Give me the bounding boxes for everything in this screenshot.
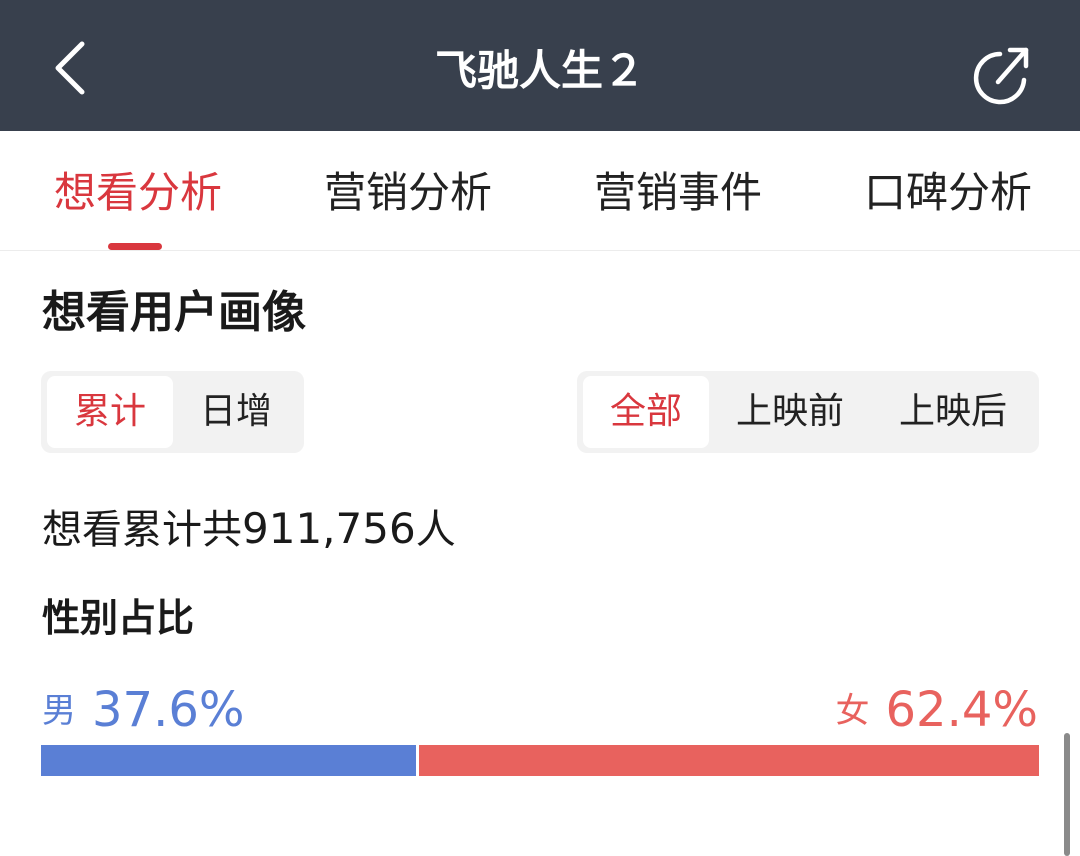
tab-marketing-analysis[interactable]: 营销分析 (324, 165, 492, 221)
female-label: 女 (835, 691, 870, 731)
phase-toggle: 全部 上映前 上映后 (577, 371, 1039, 453)
male-ratio-label: 男 37.6% (42, 682, 244, 738)
female-percent: 62.4% (885, 682, 1038, 738)
share-icon (973, 47, 1029, 105)
tab-reputation-analysis[interactable]: 口碑分析 (864, 165, 1032, 221)
female-bar-segment (419, 745, 1039, 776)
page-title: 飞驰人生２ (434, 46, 645, 95)
back-button[interactable] (40, 30, 110, 106)
active-tab-indicator (108, 243, 162, 250)
share-button[interactable] (966, 36, 1042, 112)
male-label: 男 (42, 691, 76, 731)
gender-ratio-bar (41, 745, 1039, 776)
summary-suffix: 人 (415, 507, 456, 553)
period-toggle: 累计 日增 (41, 371, 304, 453)
male-percent: 37.6% (92, 682, 245, 738)
female-ratio-label: 女 62.4% (836, 682, 1038, 738)
summary-prefix: 想看累计共 (42, 507, 242, 553)
chevron-left-icon (55, 41, 85, 95)
scrollbar-thumb[interactable] (1064, 733, 1070, 856)
analysis-tabs: 想看分析 营销分析 营销事件 口碑分析 (0, 131, 1080, 251)
tab-marketing-events[interactable]: 营销事件 (594, 165, 762, 221)
phase-before-release-button[interactable]: 上映前 (712, 376, 868, 448)
male-bar-segment (41, 745, 416, 776)
period-daily-button[interactable]: 日增 (173, 376, 299, 448)
gender-ratio-title: 性别占比 (42, 596, 195, 640)
tab-want-analysis[interactable]: 想看分析 (54, 165, 222, 221)
want-total-summary: 想看累计共911,756人 (42, 502, 456, 557)
period-cumulative-button[interactable]: 累计 (47, 376, 173, 448)
top-nav-bar: 飞驰人生２ (0, 0, 1080, 131)
summary-count: 911,756 (242, 504, 416, 553)
phase-after-release-button[interactable]: 上映后 (875, 376, 1031, 448)
phase-all-button[interactable]: 全部 (583, 376, 709, 448)
section-title: 想看用户画像 (42, 287, 306, 338)
